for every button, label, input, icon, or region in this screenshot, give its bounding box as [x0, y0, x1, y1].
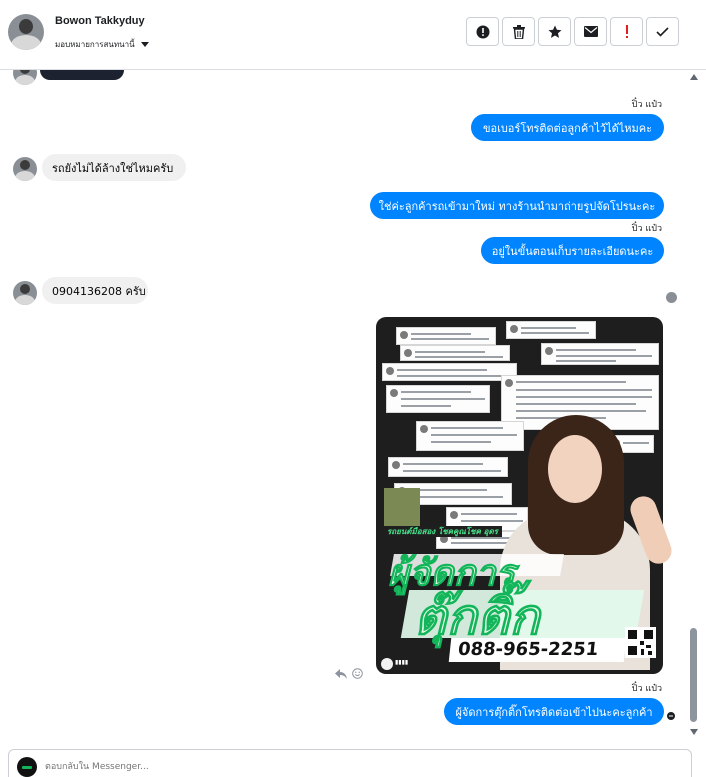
mark-unread-button[interactable] — [574, 17, 607, 46]
contact-avatar-small — [13, 281, 37, 305]
contact-avatar-small — [13, 157, 37, 181]
seen-page-avatar — [666, 711, 676, 721]
star-button[interactable] — [538, 17, 571, 46]
contact-avatar-small — [13, 70, 37, 85]
message-bubble-incoming[interactable]: รถยังไม่ได้ล้างใช่ไหมครับ — [42, 154, 186, 181]
mark-done-button[interactable] — [646, 17, 679, 46]
model-face — [548, 435, 602, 503]
message-thread[interactable]: ปิ๋ว แป๋ว ขอเบอร์โทรติดต่อลูกค้าไว้ได้ไห… — [0, 70, 686, 742]
collage-card — [386, 385, 490, 413]
message-bubble-outgoing[interactable]: อยู่ในขั้นตอนเก็บรายละเอียดนะคะ — [481, 237, 664, 264]
follow-up-button[interactable] — [610, 17, 643, 46]
poster-logo: ▮▮▮▮ — [381, 658, 441, 670]
collage-card — [416, 421, 524, 451]
message-bubble-outgoing[interactable]: ขอเบอร์โทรติดต่อลูกค้าไว้ได้ไหมคะ — [471, 114, 664, 141]
envelope-icon — [583, 26, 598, 37]
poster-subtitle: รถยนต์มือสอง โชคคูณโชค อุดร — [384, 526, 502, 537]
exclamation-icon — [625, 24, 628, 38]
collage-card — [400, 345, 510, 361]
poster-phone-number: 088-965-2251 — [448, 638, 627, 662]
sender-name: ปิ๋ว แป๋ว — [631, 100, 662, 110]
collage-card — [382, 363, 517, 381]
reply-composer — [8, 749, 692, 777]
previous-image-message[interactable] — [40, 70, 124, 80]
collage-card — [396, 327, 496, 345]
sender-name: ปิ๋ว แป๋ว — [631, 224, 662, 234]
report-spam-button[interactable] — [466, 17, 499, 46]
collage-card — [506, 321, 596, 339]
page-avatar — [17, 757, 37, 777]
sender-name: ปิ๋ว แป๋ว — [631, 684, 662, 694]
trash-icon — [512, 24, 525, 39]
contact-name[interactable]: Bowon Takkyduy — [55, 15, 145, 27]
caret-down-icon — [140, 42, 149, 47]
scroll-up-arrow-icon[interactable] — [690, 74, 698, 80]
alert-circle-icon — [476, 25, 489, 38]
delete-button[interactable] — [502, 17, 535, 46]
assign-label: มอบหมายการสนทนานี้ — [55, 40, 135, 49]
collage-card — [388, 457, 508, 477]
message-bubble-incoming[interactable]: 0904136208 ครับ — [42, 277, 148, 304]
collage-card — [541, 343, 659, 365]
scroll-down-arrow-icon[interactable] — [690, 729, 698, 735]
car-photo — [384, 488, 420, 528]
assign-conversation-dropdown[interactable]: มอบหมายการสนทนานี้ — [55, 38, 149, 51]
react-emoji-icon[interactable] — [352, 664, 363, 683]
qr-code — [625, 627, 656, 658]
contact-avatar[interactable] — [8, 14, 44, 50]
scrollbar-thumb[interactable] — [690, 628, 697, 722]
star-icon — [548, 25, 561, 38]
image-message-actions — [335, 664, 363, 683]
conversation-header: Bowon Takkyduy มอบหมายการสนทนานี้ — [0, 0, 706, 70]
message-bubble-outgoing[interactable]: ผู้จัดการตุ๊กติ๊กโทรติดต่อเข้าไปนะคะลูกค… — [444, 698, 664, 725]
check-icon — [656, 26, 669, 37]
reply-input[interactable] — [45, 758, 645, 776]
seen-avatar — [666, 292, 677, 303]
message-bubble-outgoing[interactable]: ใช่ค่ะลูกค้ารถเข้ามาใหม่ ทางร้านนำมาถ่าย… — [370, 192, 664, 219]
reply-icon[interactable] — [335, 664, 347, 683]
conversation-actions — [466, 17, 679, 46]
